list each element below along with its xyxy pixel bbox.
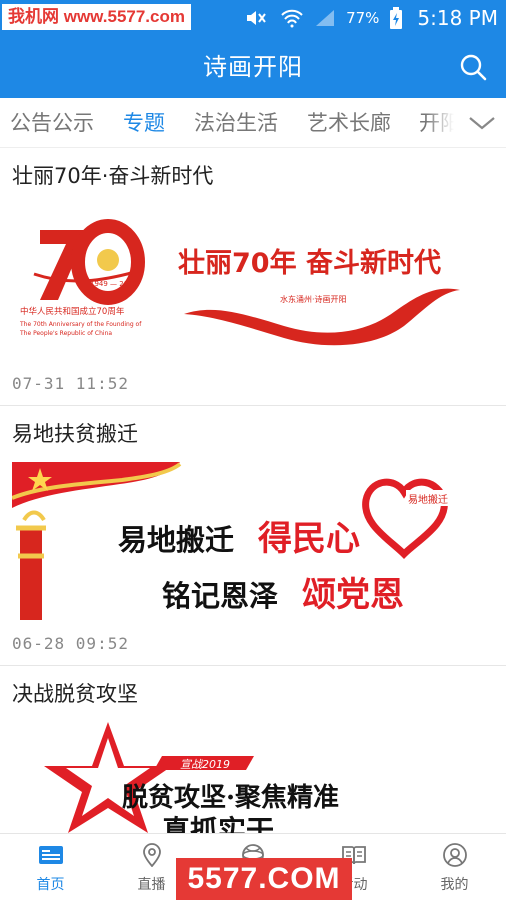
- svg-text:中华人民共和国成立70周年: 中华人民共和国成立70周年: [20, 306, 125, 317]
- nav-mine[interactable]: 我的: [404, 834, 505, 900]
- svg-text:宣战2019: 宣战2019: [180, 758, 230, 771]
- watermark-bottom: 5577.COM: [176, 858, 352, 900]
- battery-charging-icon: [390, 7, 403, 29]
- nav-label: 首页: [36, 877, 65, 893]
- clock: 5:18 PM: [417, 6, 498, 30]
- news-card[interactable]: 壮丽70年·奋斗新时代 1949 — 2019 中华人民共和国成立70周年 Th…: [0, 148, 506, 406]
- svg-text:The People's Republic of China: The People's Republic of China: [19, 330, 112, 337]
- svg-text:颂党恩: 颂党恩: [302, 575, 404, 615]
- tab-topics[interactable]: 专题: [123, 98, 165, 147]
- signal-icon: [316, 10, 335, 26]
- tabs-expand-button[interactable]: [458, 98, 506, 147]
- news-time: 07-31 11:52: [12, 374, 129, 393]
- user-icon: [443, 843, 467, 867]
- title-bar: 诗画开阳: [0, 36, 506, 98]
- news-banner-relocation: 易地搬迁 易地搬迁 得民心 铭记恩泽 颂党恩: [12, 460, 494, 623]
- tab-legal-life[interactable]: 法治生活: [194, 98, 278, 147]
- watermark-top: 我机网 www.5577.com: [2, 4, 191, 30]
- svg-text:铭记恩泽: 铭记恩泽: [162, 579, 278, 613]
- wifi-icon: [281, 9, 303, 28]
- tab-art-gallery[interactable]: 艺术长廊: [307, 98, 391, 147]
- svg-text:The 70th Anniversary of the Fo: The 70th Anniversary of the Founding of: [19, 321, 142, 328]
- news-banner-70th: 1949 — 2019 中华人民共和国成立70周年 The 70th Anniv…: [12, 202, 494, 364]
- news-card[interactable]: 决战脱贫攻坚 宣战2019 脱贫攻坚·聚焦精准 真抓实干: [0, 666, 506, 833]
- svg-text:得民心: 得民心: [257, 519, 360, 559]
- chevron-down-icon: [469, 117, 495, 130]
- svg-text:脱贫攻坚·聚焦精准: 脱贫攻坚·聚焦精准: [122, 782, 339, 813]
- battery-percent: 77%: [346, 9, 380, 27]
- news-time: 06-28 09:52: [12, 634, 129, 653]
- svg-text:水东涌州·诗画开阳: 水东涌州·诗画开阳: [280, 294, 347, 304]
- svg-text:易地搬迁: 易地搬迁: [118, 523, 234, 557]
- tab-announcements[interactable]: 公告公示: [10, 98, 94, 147]
- page-title: 诗画开阳: [203, 53, 303, 81]
- svg-text:易地搬迁: 易地搬迁: [408, 493, 448, 506]
- app-screen: 我机网 www.5577.com 77% 5:18 PM 诗画开阳 公告公示 专…: [0, 0, 506, 900]
- news-title: 易地扶贫搬迁: [12, 422, 138, 446]
- news-title: 决战脱贫攻坚: [12, 682, 138, 706]
- location-pin-icon: [143, 843, 161, 867]
- status-bar: 我机网 www.5577.com 77% 5:18 PM: [0, 0, 506, 36]
- svg-text:壮丽70年 奋斗新时代: 壮丽70年 奋斗新时代: [178, 247, 441, 279]
- home-icon: [39, 846, 63, 864]
- news-feed: 壮丽70年·奋斗新时代 1949 — 2019 中华人民共和国成立70周年 Th…: [0, 148, 506, 833]
- news-title: 壮丽70年·奋斗新时代: [12, 164, 214, 188]
- status-icons: 77% 5:18 PM: [244, 0, 498, 36]
- news-card[interactable]: 易地扶贫搬迁 易地搬迁 易地搬迁 得民心 铭记恩泽 颂党恩 06-28 09:5…: [0, 406, 506, 666]
- svg-text:真抓实干: 真抓实干: [162, 814, 274, 833]
- search-icon[interactable]: [458, 52, 488, 82]
- news-banner-poverty: 宣战2019 脱贫攻坚·聚焦精准 真抓实干: [12, 720, 494, 833]
- nav-label: 我的: [440, 877, 469, 893]
- category-tabs: 公告公示 专题 法治生活 艺术长廊 开阳: [0, 98, 506, 148]
- mute-icon: [247, 11, 266, 25]
- nav-home[interactable]: 首页: [0, 834, 101, 900]
